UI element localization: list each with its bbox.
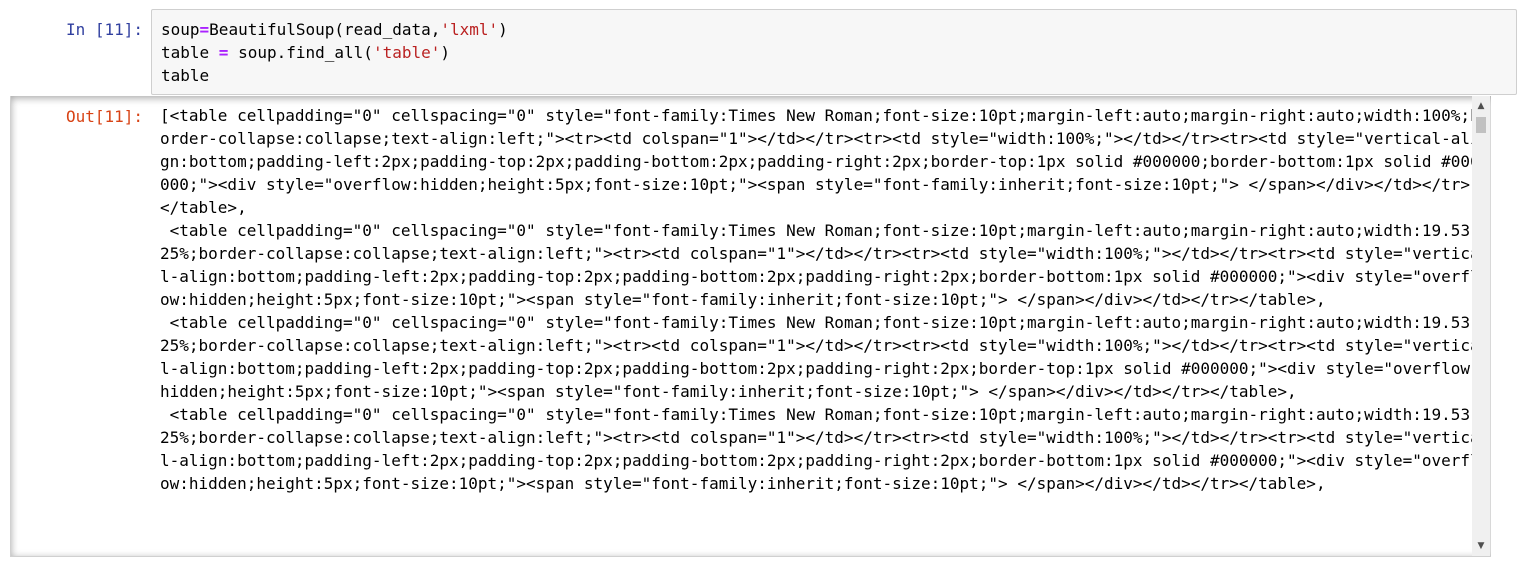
scroll-down-icon[interactable]: ▼ [1472, 538, 1490, 554]
code-string: 'lxml' [440, 20, 499, 39]
code-token: ) [440, 43, 451, 62]
code-line: soup=BeautifulSoup(read_data,'lxml') [161, 20, 508, 39]
output-scrollbar[interactable]: ▲ ▼ [1472, 96, 1490, 556]
code-token: BeautifulSoup(read_data, [209, 20, 441, 39]
code-token: table [161, 43, 219, 62]
code-operator: = [218, 43, 229, 62]
input-prompt: In [11]: [65, 20, 143, 39]
code-editor[interactable]: soup=BeautifulSoup(read_data,'lxml') tab… [161, 18, 508, 87]
code-token: soup.find_all( [228, 43, 373, 62]
scroll-thumb[interactable] [1476, 117, 1486, 133]
code-string: 'table' [372, 43, 441, 62]
code-token: ) [498, 20, 508, 39]
code-line: table [161, 66, 209, 85]
scroll-up-icon[interactable]: ▲ [1472, 98, 1490, 114]
code-input-area[interactable]: soup=BeautifulSoup(read_data,'lxml') tab… [151, 9, 1517, 95]
output-area[interactable]: [<table cellpadding="0" cellspacing="0" … [10, 96, 1491, 557]
code-operator: = [199, 20, 210, 39]
code-token: table [161, 66, 210, 85]
output-text: [<table cellpadding="0" cellspacing="0" … [160, 106, 1480, 493]
code-token: soup [161, 20, 200, 39]
code-line: table = soup.find_all('table') [161, 43, 450, 62]
